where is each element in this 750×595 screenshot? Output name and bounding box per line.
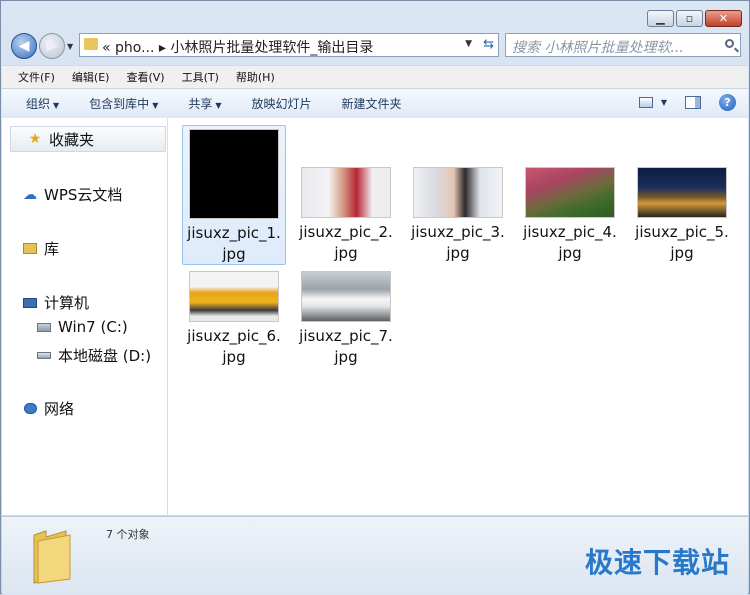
address-history-dropdown[interactable]: ▼ xyxy=(465,39,472,49)
file-name: jisuxz_pic_3. jpg xyxy=(411,223,505,262)
file-name: jisuxz_pic_4. jpg xyxy=(523,223,617,262)
file-name: jisuxz_pic_5. jpg xyxy=(635,223,729,262)
star-icon: ★ xyxy=(28,131,42,147)
minimize-icon: ▁ xyxy=(656,12,665,25)
help-icon[interactable]: ? xyxy=(719,94,736,111)
share-button[interactable]: 共享 ▼ xyxy=(188,95,221,112)
close-button[interactable]: ✕ xyxy=(705,10,742,27)
folder-icon xyxy=(33,530,71,584)
sidebar-item-library[interactable]: 库 xyxy=(22,238,59,259)
sidebar-item-favorites[interactable]: ★ 收藏夹 xyxy=(10,126,166,152)
view-controls: ▼ ? xyxy=(638,94,736,111)
sidebar-item-label: 本地磁盘 (D:) xyxy=(58,347,152,365)
sidebar-item-label: 收藏夹 xyxy=(49,130,95,149)
file-item[interactable]: jisuxz_pic_1. jpg xyxy=(182,125,286,265)
new-folder-button[interactable]: 新建文件夹 xyxy=(342,95,402,112)
change-view-button[interactable]: ▼ xyxy=(638,97,667,108)
address-path[interactable]: « pho... ▸ 小林照片批量处理软件_输出目录 xyxy=(102,37,373,57)
file-name: jisuxz_pic_6. jpg xyxy=(187,327,281,366)
organize-button[interactable]: 组织 ▼ xyxy=(26,95,59,112)
file-item[interactable]: jisuxz_pic_4. jpg xyxy=(518,125,622,265)
include-in-library-button[interactable]: 包含到库中 ▼ xyxy=(89,95,158,112)
computer-icon xyxy=(22,296,38,310)
network-icon xyxy=(22,402,38,416)
chevron-down-icon: ▼ xyxy=(660,98,667,107)
library-icon xyxy=(22,242,38,256)
refresh-icon[interactable]: ⇆ xyxy=(483,37,494,52)
search-icon[interactable] xyxy=(725,39,734,48)
file-item[interactable]: jisuxz_pic_2. jpg xyxy=(294,125,398,265)
slideshow-button[interactable]: 放映幻灯片 xyxy=(252,95,312,112)
sidebar-item-label: 网络 xyxy=(44,400,75,418)
chevron-down-icon: ▼ xyxy=(152,101,159,110)
command-bar: 组织 ▼ 包含到库中 ▼ 共享 ▼ 放映幻灯片 新建文件夹 ▼ ? xyxy=(2,88,748,119)
file-name: jisuxz_pic_1. jpg xyxy=(187,224,281,263)
cloud-icon: ☁ xyxy=(23,186,37,203)
search-placeholder[interactable]: 搜索 小林照片批量处理软... xyxy=(512,37,684,57)
chevron-down-icon: ▼ xyxy=(53,101,60,110)
navigation-pane: ★ 收藏夹 ☁ WPS云文档 库 计算机 Win7 (C:) 本地磁盘 (D:)… xyxy=(2,118,168,515)
file-name: jisuxz_pic_7. jpg xyxy=(299,327,393,366)
arrow-right-icon: ▶ xyxy=(46,38,58,54)
sidebar-item-wps[interactable]: ☁ WPS云文档 xyxy=(22,184,122,205)
image-thumbnail xyxy=(189,129,279,219)
window-controls: ▁ ▫ ✕ xyxy=(647,10,742,27)
image-thumbnail xyxy=(301,167,391,218)
sidebar-item-label: Win7 (C:) xyxy=(58,318,128,336)
sidebar-item-computer[interactable]: 计算机 xyxy=(22,292,89,313)
sidebar-item-label: 计算机 xyxy=(44,294,90,312)
maximize-button[interactable]: ▫ xyxy=(676,10,703,27)
sidebar-item-label: 库 xyxy=(44,240,60,258)
menu-bar: 文件(F) 编辑(E) 查看(V) 工具(T) 帮助(H) xyxy=(2,65,748,88)
explorer-window: ▁ ▫ ✕ ◀ ▶ ▼ « pho... ▸ 小林照片批量处理软件_输出目录 ▼… xyxy=(0,0,750,595)
details-pane: 7 个对象 极速下载站 xyxy=(2,516,748,595)
share-label: 共享 xyxy=(188,97,213,111)
disk-drive-icon xyxy=(36,349,52,363)
recent-pages-dropdown[interactable]: ▼ xyxy=(67,42,73,51)
sidebar-item-label: WPS云文档 xyxy=(44,186,123,204)
image-thumbnail xyxy=(189,271,279,322)
back-button[interactable]: ◀ xyxy=(11,33,37,59)
view-icon xyxy=(638,97,653,108)
sidebar-item-drive-c[interactable]: Win7 (C:) xyxy=(36,318,128,336)
navigation-bar: ◀ ▶ ▼ « pho... ▸ 小林照片批量处理软件_输出目录 ▼ ⇆ 搜索 … xyxy=(9,32,741,60)
menu-file[interactable]: 文件(F) xyxy=(18,69,55,85)
menu-edit[interactable]: 编辑(E) xyxy=(72,69,110,85)
file-item[interactable]: jisuxz_pic_3. jpg xyxy=(406,125,510,265)
include-label: 包含到库中 xyxy=(89,97,150,111)
address-bar[interactable]: « pho... ▸ 小林照片批量处理软件_输出目录 ▼ ⇆ xyxy=(79,33,499,57)
arrow-left-icon: ◀ xyxy=(18,38,30,54)
menu-view[interactable]: 查看(V) xyxy=(126,69,164,85)
maximize-icon: ▫ xyxy=(685,12,694,25)
file-item[interactable]: jisuxz_pic_6. jpg xyxy=(182,268,286,408)
menu-help[interactable]: 帮助(H) xyxy=(236,69,275,85)
forward-button[interactable]: ▶ xyxy=(39,33,65,59)
preview-pane-icon[interactable] xyxy=(685,96,701,109)
image-thumbnail xyxy=(525,167,615,218)
close-icon: ✕ xyxy=(718,12,729,25)
search-box[interactable]: 搜索 小林照片批量处理软... xyxy=(505,33,741,57)
file-name: jisuxz_pic_2. jpg xyxy=(299,223,393,262)
sidebar-item-network[interactable]: 网络 xyxy=(22,398,74,419)
organize-label: 组织 xyxy=(26,97,51,111)
file-list: jisuxz_pic_1. jpg jisuxz_pic_2. jpg jisuxz… xyxy=(168,118,748,515)
menu-tools[interactable]: 工具(T) xyxy=(182,69,219,85)
image-thumbnail xyxy=(413,167,503,218)
windows-drive-icon xyxy=(36,320,52,334)
file-item[interactable]: jisuxz_pic_7. jpg xyxy=(294,268,398,408)
image-thumbnail xyxy=(637,167,727,218)
file-item[interactable]: jisuxz_pic_5. jpg xyxy=(630,125,734,265)
image-thumbnail xyxy=(301,271,391,322)
watermark: 极速下载站 xyxy=(584,546,730,579)
item-count: 7 个对象 xyxy=(106,528,150,541)
folder-icon xyxy=(84,38,98,50)
chevron-down-icon: ▼ xyxy=(215,101,222,110)
minimize-button[interactable]: ▁ xyxy=(647,10,674,27)
sidebar-item-drive-d[interactable]: 本地磁盘 (D:) xyxy=(36,345,151,366)
